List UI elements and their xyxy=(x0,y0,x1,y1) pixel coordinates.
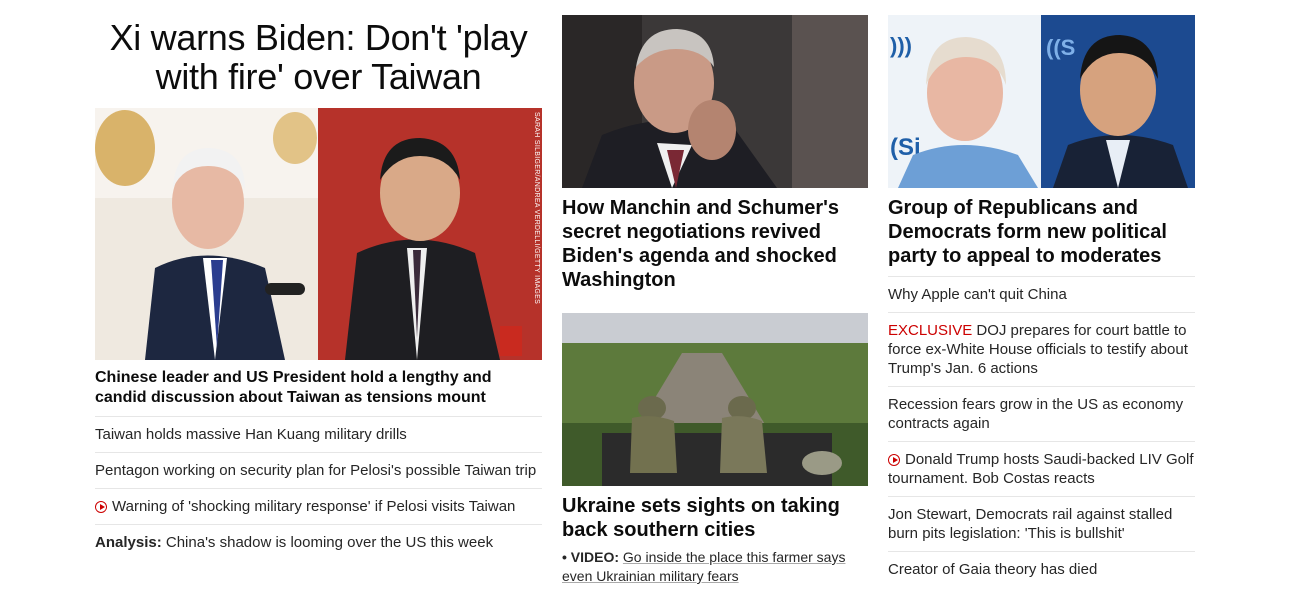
related-link[interactable]: Warning of 'shocking military response' … xyxy=(95,488,542,524)
related-link[interactable]: Pentagon working on security plan for Pe… xyxy=(95,452,542,488)
right-link[interactable]: EXCLUSIVE DOJ prepares for court battle … xyxy=(888,312,1195,386)
new-party-image[interactable]: (Si ))) ((S xyxy=(888,15,1195,188)
image-credit: SARAH SILBIGER/ANDREA VERDELLI/GETTY IMA… xyxy=(533,112,540,305)
svg-text:))): ))) xyxy=(890,33,912,58)
lead-summary[interactable]: Chinese leader and US President hold a l… xyxy=(95,368,542,408)
middle-column: How Manchin and Schumer's secret negotia… xyxy=(562,0,868,586)
right-link-text: Donald Trump hosts Saudi-backed LIV Golf… xyxy=(888,451,1194,487)
new-party-story-title[interactable]: Group of Republicans and Democrats form … xyxy=(888,196,1195,268)
ukraine-image[interactable] xyxy=(562,313,868,486)
analysis-label: Analysis: xyxy=(95,534,162,551)
right-link-text: Creator of Gaia theory has died xyxy=(888,561,1098,578)
ukraine-soldiers-photo xyxy=(562,313,868,486)
play-video-icon xyxy=(95,501,107,513)
related-link-text: Pentagon working on security plan for Pe… xyxy=(95,462,537,479)
related-link-text: China's shadow is looming over the US th… xyxy=(165,534,494,551)
ukraine-video-link[interactable]: • VIDEO: Go inside the place this farmer… xyxy=(562,548,868,586)
manchin-story-title[interactable]: How Manchin and Schumer's secret negotia… xyxy=(562,196,868,292)
right-column: (Si ))) ((S Group of Republicans and Dem… xyxy=(888,0,1195,587)
play-video-icon xyxy=(888,454,900,466)
related-link-text: Taiwan holds massive Han Kuang military … xyxy=(95,426,407,443)
ukraine-story-title[interactable]: Ukraine sets sights on taking back south… xyxy=(562,494,868,542)
related-link[interactable]: Analysis: China's shadow is looming over… xyxy=(95,524,542,560)
right-link-list: Why Apple can't quit China EXCLUSIVE DOJ… xyxy=(888,276,1195,587)
right-link-text: Recession fears grow in the US as econom… xyxy=(888,396,1184,432)
lead-story-column: Xi warns Biden: Don't 'play with fire' o… xyxy=(95,0,542,560)
right-link[interactable]: Creator of Gaia theory has died xyxy=(888,551,1195,587)
svg-text:((S: ((S xyxy=(1046,35,1075,60)
right-link[interactable]: Donald Trump hosts Saudi-backed LIV Golf… xyxy=(888,441,1195,496)
related-link-text: Warning of 'shocking military response' … xyxy=(112,498,516,515)
manchin-photo xyxy=(562,15,868,188)
lead-image[interactable]: SARAH SILBIGER/ANDREA VERDELLI/GETTY IMA… xyxy=(95,108,542,360)
right-link-text: Jon Stewart, Democrats rail against stal… xyxy=(888,506,1173,542)
lead-headline[interactable]: Xi warns Biden: Don't 'play with fire' o… xyxy=(95,18,542,96)
exclusive-tag: EXCLUSIVE xyxy=(888,322,973,339)
right-link[interactable]: Jon Stewart, Democrats rail against stal… xyxy=(888,496,1195,551)
biden-xi-photo xyxy=(95,108,542,360)
related-link[interactable]: Taiwan holds massive Han Kuang military … xyxy=(95,416,542,452)
video-label: • VIDEO: xyxy=(562,549,620,565)
right-link[interactable]: Recession fears grow in the US as econom… xyxy=(888,386,1195,441)
right-link[interactable]: Why Apple can't quit China xyxy=(888,276,1195,312)
whitman-yang-photo: (Si ))) ((S xyxy=(888,15,1195,188)
lead-related-list: Taiwan holds massive Han Kuang military … xyxy=(95,416,542,560)
manchin-image[interactable] xyxy=(562,15,868,188)
right-link-text: Why Apple can't quit China xyxy=(888,286,1067,303)
